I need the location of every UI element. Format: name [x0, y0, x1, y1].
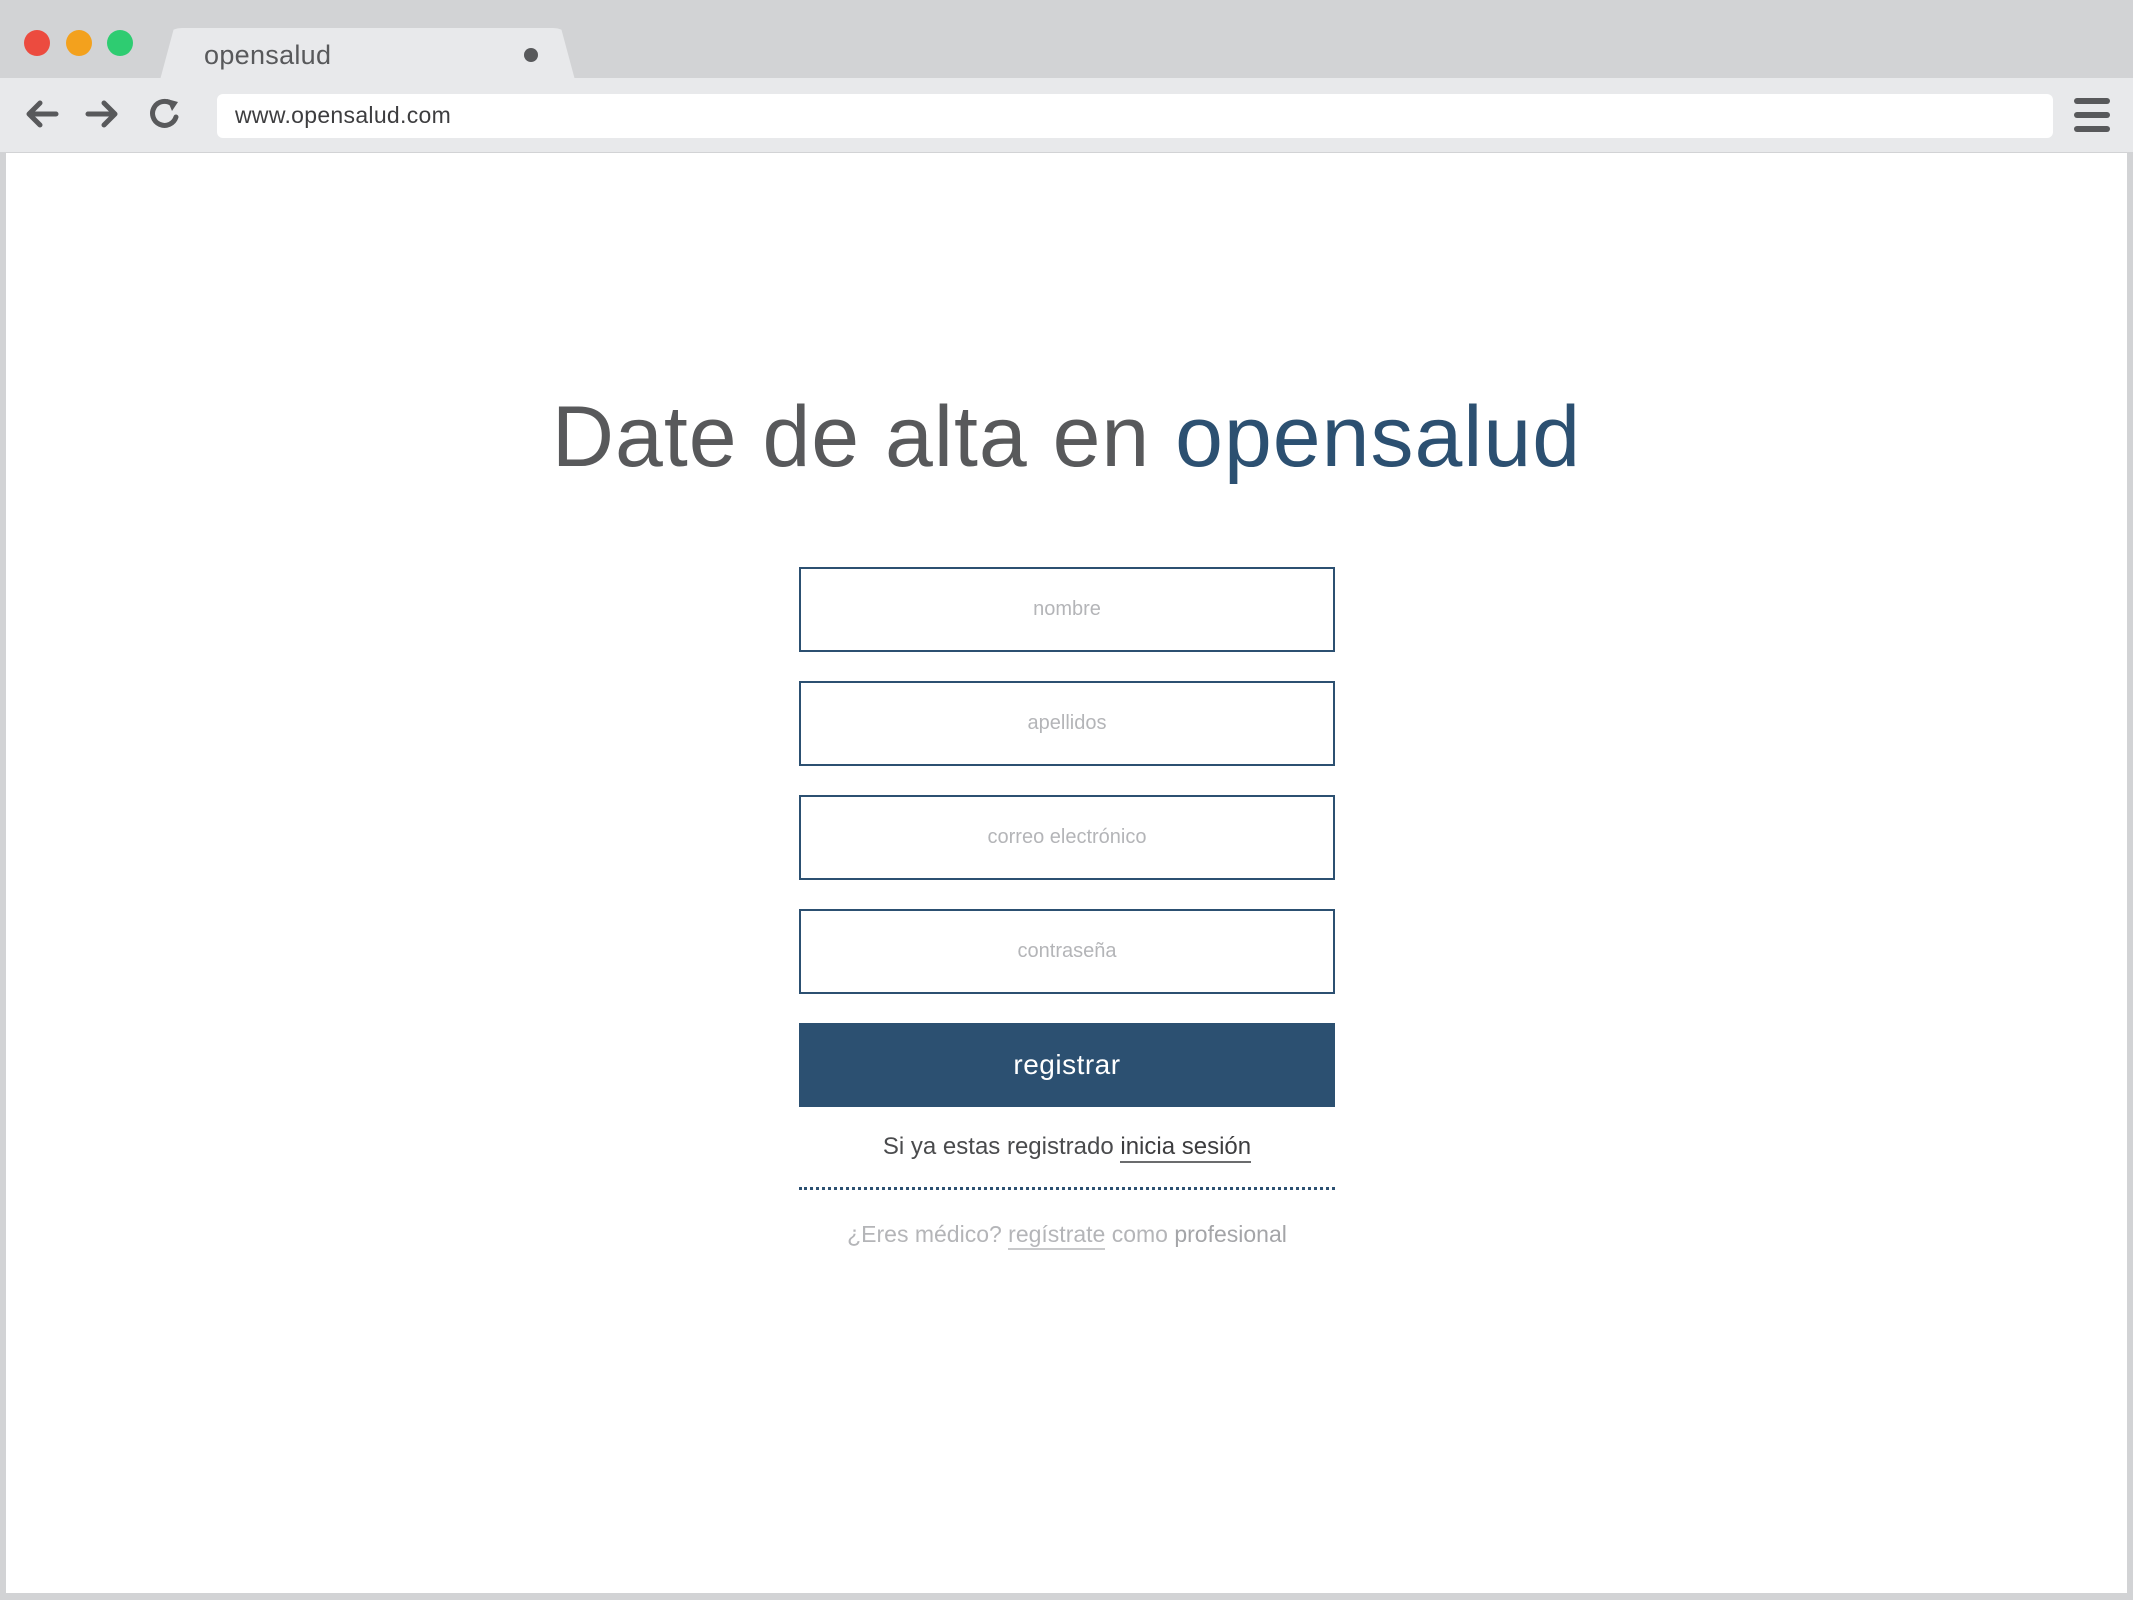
password-input[interactable]	[799, 909, 1335, 994]
doctor-prompt: ¿Eres médico? regístrate como profesiona…	[799, 1221, 1335, 1250]
url-text: www.opensalud.com	[235, 102, 452, 128]
tab-title: opensalud	[204, 40, 332, 70]
address-bar[interactable]: www.opensalud.com	[217, 94, 2053, 138]
apellidos-input[interactable]	[799, 681, 1335, 766]
doctor-prompt-mid: como	[1105, 1221, 1175, 1247]
browser-tab[interactable]: opensalud	[160, 28, 575, 80]
headline-prefix: Date de alta en	[551, 389, 1176, 485]
back-arrow-icon[interactable]	[22, 94, 62, 134]
hamburger-menu-icon[interactable]	[2074, 96, 2110, 134]
window-minimize-button[interactable]	[66, 30, 92, 56]
page-title: Date de alta en opensalud	[6, 388, 2127, 487]
page-content: Date de alta en opensalud registrar Si y…	[6, 153, 2127, 1593]
headline-brand: opensalud	[1175, 389, 1582, 485]
browser-toolbar: www.opensalud.com	[0, 78, 2133, 152]
doctor-prompt-suffix: profesional	[1174, 1221, 1287, 1247]
signup-form: registrar Si ya estas registrado inicia …	[799, 567, 1335, 1250]
tab-dot-icon[interactable]	[524, 48, 538, 62]
window-maximize-button[interactable]	[107, 30, 133, 56]
email-input[interactable]	[799, 795, 1335, 880]
login-link[interactable]: inicia sesión	[1120, 1133, 1252, 1163]
nombre-input[interactable]	[799, 567, 1335, 652]
doctor-register-link[interactable]: regístrate	[1008, 1221, 1106, 1250]
forward-arrow-icon[interactable]	[82, 94, 122, 134]
login-prompt-text: Si ya estas registrado	[882, 1133, 1121, 1160]
doctor-prompt-text: ¿Eres médico?	[847, 1221, 1009, 1247]
window-close-button[interactable]	[24, 30, 50, 56]
reload-icon[interactable]	[145, 94, 185, 134]
login-prompt: Si ya estas registrado inicia sesión	[799, 1133, 1335, 1163]
browser-window: opensalud www.opensalud.com Date de alta…	[0, 0, 2133, 1600]
register-button[interactable]: registrar	[799, 1023, 1335, 1107]
dotted-divider	[799, 1187, 1335, 1190]
